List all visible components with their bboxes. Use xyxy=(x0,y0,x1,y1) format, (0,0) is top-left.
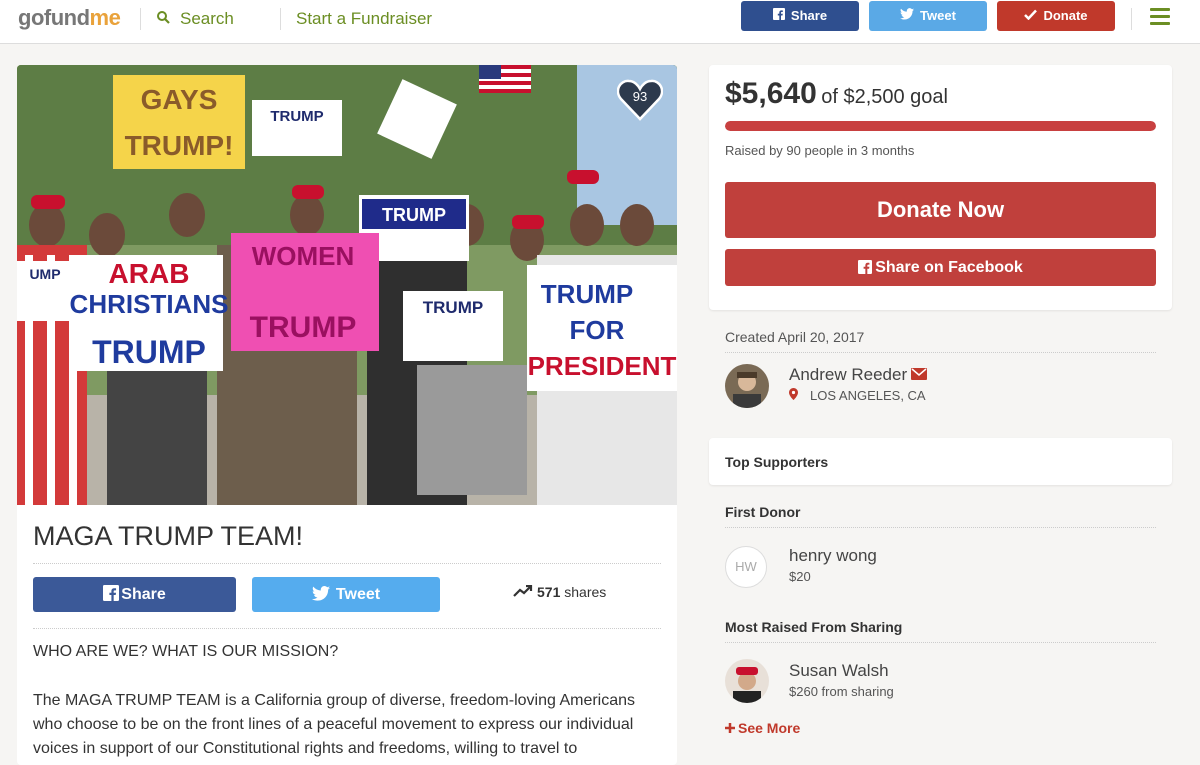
start-fundraiser-link[interactable]: Start a Fundraiser xyxy=(296,9,432,29)
sharer-amount: $260 from sharing xyxy=(789,684,894,699)
donor-name: henry wong xyxy=(789,546,877,565)
divider xyxy=(280,8,281,30)
tweet-label: Tweet xyxy=(335,586,381,603)
amount-raised: $5,640 of $2,500 goal xyxy=(725,77,948,111)
see-more-link[interactable]: See More xyxy=(725,720,800,736)
first-donor-label: First Donor xyxy=(725,504,801,520)
share-on-facebook-button[interactable]: Share on Facebook xyxy=(725,249,1156,286)
twitter-icon xyxy=(900,8,915,23)
mail-icon[interactable] xyxy=(911,367,928,384)
svg-text:GAYS: GAYS xyxy=(141,84,218,115)
header-donate-button[interactable]: Donate xyxy=(997,1,1115,31)
svg-text:ARAB: ARAB xyxy=(109,258,190,289)
check-icon xyxy=(1024,8,1038,23)
campaign-photo: GAYS TRUMP! TRUMP TRUMP UMP ARAB CHRISTI… xyxy=(17,65,677,505)
created-date: Created April 20, 2017 xyxy=(725,329,865,345)
campaign-title: MAGA TRUMP TEAM! xyxy=(33,521,304,551)
svg-text:TRUMP: TRUMP xyxy=(270,108,323,125)
divider xyxy=(1131,8,1132,30)
top-navbar: gofundme Search Start a Fundraiser Share… xyxy=(0,0,1200,44)
divider xyxy=(725,352,1156,353)
svg-text:UMP: UMP xyxy=(29,266,60,282)
donate-now-button[interactable]: Donate Now xyxy=(725,182,1156,238)
share-facebook-label: Share on Facebook xyxy=(875,259,1023,276)
gofundme-logo[interactable]: gofundme xyxy=(18,5,121,31)
organizer-location: LOS ANGELES, CA xyxy=(789,388,926,403)
see-more-label: See More xyxy=(738,720,801,736)
tweet-button[interactable]: Tweet xyxy=(252,577,440,612)
progress-fill xyxy=(725,121,1156,131)
divider xyxy=(33,563,661,564)
header-tweet-label: Tweet xyxy=(920,8,956,23)
facebook-icon xyxy=(772,8,785,23)
share-button[interactable]: Share xyxy=(33,577,236,612)
donation-card: $5,640 of $2,500 goal Raised by 90 peopl… xyxy=(709,65,1172,310)
heart-icon[interactable]: 93 xyxy=(616,79,664,121)
raised-by-text: Raised by 90 people in 3 months xyxy=(725,143,915,158)
hearts-count: 93 xyxy=(632,89,648,104)
donor-amount: $20 xyxy=(789,569,811,584)
top-supporters-header: Top Supporters xyxy=(709,438,1172,485)
goal-text: of $2,500 goal xyxy=(821,86,948,108)
header-tweet-button[interactable]: Tweet xyxy=(869,1,987,31)
divider xyxy=(33,628,661,629)
svg-text:TRUMP: TRUMP xyxy=(382,205,446,225)
most-raised-sharing-label: Most Raised From Sharing xyxy=(725,619,903,635)
donor-avatar: HW xyxy=(725,546,767,588)
progress-bar xyxy=(725,121,1156,131)
header-donate-label: Donate xyxy=(1043,8,1088,23)
svg-text:WOMEN: WOMEN xyxy=(252,241,355,271)
svg-text:PRESIDENT: PRESIDENT xyxy=(528,351,677,381)
svg-text:TRUMP!: TRUMP! xyxy=(125,130,234,161)
svg-text:FOR: FOR xyxy=(570,315,625,345)
svg-text:TRUMP: TRUMP xyxy=(250,311,357,344)
location-pin-icon xyxy=(789,388,798,403)
menu-icon[interactable] xyxy=(1150,8,1170,29)
search-link[interactable]: Search xyxy=(157,9,234,29)
divider xyxy=(725,527,1156,528)
campaign-description: The MAGA TRUMP TEAM is a California grou… xyxy=(33,692,636,757)
header-share-label: Share xyxy=(790,8,828,23)
divider xyxy=(725,642,1156,643)
search-icon xyxy=(157,9,170,29)
organizer-avatar[interactable] xyxy=(725,364,769,408)
svg-text:TRUMP: TRUMP xyxy=(423,298,483,317)
trending-icon xyxy=(513,584,537,600)
header-share-button[interactable]: Share xyxy=(741,1,859,31)
facebook-icon xyxy=(103,585,121,603)
mission-heading: WHO ARE WE? WHAT IS OUR MISSION? xyxy=(33,643,339,660)
divider xyxy=(140,8,141,30)
shares-count: 571 shares xyxy=(513,584,606,600)
share-label: Share xyxy=(121,586,166,603)
svg-text:CHRISTIANS: CHRISTIANS xyxy=(70,289,229,319)
sharer-avatar xyxy=(725,659,769,703)
svg-text:TRUMP: TRUMP xyxy=(541,279,633,309)
raised-amount: $5,640 xyxy=(725,77,817,110)
organizer-name[interactable]: Andrew Reeder xyxy=(789,365,928,385)
campaign-main: GAYS TRUMP! TRUMP TRUMP UMP ARAB CHRISTI… xyxy=(17,65,677,765)
svg-text:TRUMP: TRUMP xyxy=(92,334,206,370)
top-supporters-label: Top Supporters xyxy=(725,454,829,470)
search-label: Search xyxy=(180,9,234,28)
facebook-icon xyxy=(858,259,875,276)
sharer-name: Susan Walsh xyxy=(789,661,889,680)
plus-icon xyxy=(725,720,738,736)
twitter-icon xyxy=(311,586,336,603)
